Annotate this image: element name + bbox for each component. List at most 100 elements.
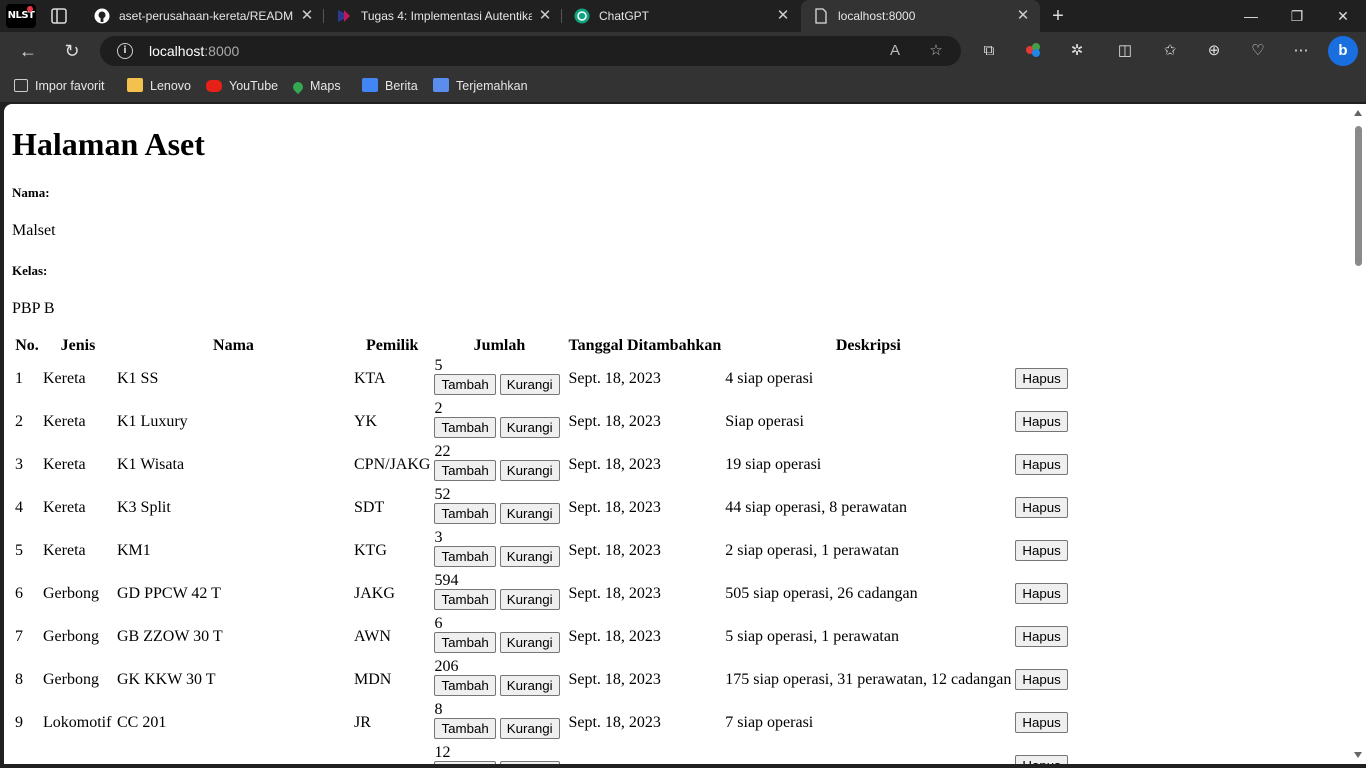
kurangi-button[interactable]: Kurangi (499, 675, 560, 696)
cell-actions: Hapus (1014, 401, 1072, 442)
collections-add-icon[interactable]: ⊕ (1203, 41, 1225, 61)
kurangi-button[interactable]: Kurangi (499, 460, 560, 481)
window-close-icon[interactable]: ✕ (1332, 6, 1354, 26)
close-icon[interactable]: ✕ (1014, 7, 1032, 25)
hapus-button[interactable]: Hapus (1015, 626, 1068, 647)
cell-jumlah: 594 Tambah Kurangi (433, 573, 565, 614)
bookmark-import[interactable]: Impor favorit (14, 78, 104, 94)
tab-github[interactable]: aset-perusahaan-kereta/READM ✕ (82, 0, 324, 32)
bookmark-youtube[interactable]: YouTube (206, 78, 278, 94)
tambah-button[interactable]: Tambah (434, 589, 496, 610)
cell-tanggal: Sept. 18, 2023 (568, 455, 661, 473)
tambah-button[interactable]: Tambah (434, 374, 496, 395)
header-actions (1014, 336, 1072, 356)
scroll-up-icon[interactable] (1354, 110, 1362, 116)
scroll-thumb[interactable] (1355, 126, 1362, 266)
folder-icon (127, 78, 143, 92)
bookmark-lenovo[interactable]: Lenovo (127, 78, 191, 94)
kurangi-button[interactable]: Kurangi (499, 632, 560, 653)
table-row: 9 Lokomotif CC 201 JR 8 Tambah Kurangi Sept. 18… (14, 702, 1072, 743)
kurangi-button[interactable]: Kurangi (499, 374, 560, 395)
minimize-icon[interactable]: — (1240, 6, 1262, 26)
kurangi-button[interactable]: Kurangi (499, 503, 560, 524)
extension-color-icon[interactable] (1022, 41, 1044, 61)
cell-pemilik: JR (354, 713, 371, 731)
quantity-value: 8 (434, 701, 443, 718)
hapus-button[interactable]: Hapus (1015, 497, 1068, 518)
hapus-button[interactable]: Hapus (1015, 583, 1068, 604)
bookmark-label: Terjemahkan (456, 79, 528, 93)
cell-nama: GD PPCW 42 T (117, 584, 221, 602)
cell-pemilik: CPN/JAKG (354, 455, 431, 473)
hapus-button[interactable]: Hapus (1015, 411, 1068, 432)
cell-no: 9 (15, 713, 23, 731)
cell-nama: K3 Split (117, 498, 171, 516)
tambah-button[interactable]: Tambah (434, 675, 496, 696)
extensions-icon[interactable]: ✲ (1066, 41, 1088, 61)
tambah-button[interactable]: Tambah (434, 632, 496, 653)
tab-localhost[interactable]: localhost:8000 ✕ (801, 0, 1040, 32)
tambah-button[interactable]: Tambah (434, 460, 496, 481)
performance-icon[interactable]: ♡ (1247, 41, 1269, 61)
kurangi-button[interactable]: Kurangi (499, 589, 560, 610)
profile-avatar[interactable]: NLST (6, 4, 36, 28)
tab-actions-icon[interactable] (48, 6, 70, 26)
favorites-icon[interactable]: ✩ (1159, 41, 1181, 61)
hapus-button[interactable]: Hapus (1015, 454, 1068, 475)
more-menu-icon[interactable]: ⋯ (1290, 41, 1312, 61)
quantity-value: 5 (434, 357, 443, 374)
refresh-icon[interactable]: ↻ (61, 41, 83, 61)
bookmark-berita[interactable]: Berita (362, 78, 418, 94)
hapus-button[interactable]: Hapus (1015, 368, 1068, 389)
class-value: PBP B (12, 300, 55, 317)
bookmark-label: Impor favorit (35, 79, 105, 93)
tambah-button[interactable]: Tambah (434, 417, 496, 438)
kurangi-button[interactable]: Kurangi (499, 417, 560, 438)
name-label: Nama: (12, 185, 50, 200)
bookmarks-bar: Impor favorit Lenovo YouTube Maps Berita… (0, 70, 1366, 102)
tambah-button[interactable]: Tambah (434, 546, 496, 567)
chatgpt-icon (574, 8, 590, 24)
read-aloud-icon[interactable]: A (885, 41, 905, 61)
cell-no: 8 (15, 670, 23, 688)
close-icon[interactable]: ✕ (298, 7, 316, 25)
close-icon[interactable]: ✕ (774, 7, 792, 25)
hapus-button[interactable]: Hapus (1015, 540, 1068, 561)
bookmark-maps[interactable]: Maps (290, 78, 341, 95)
bookmark-terjemahkan[interactable]: Terjemahkan (433, 78, 528, 94)
cell-actions: Hapus (1014, 444, 1072, 485)
kurangi-button[interactable]: Kurangi (499, 718, 560, 739)
collections-icon[interactable]: ⧉ (978, 41, 1000, 61)
hapus-button[interactable]: Hapus (1015, 669, 1068, 690)
site-info-icon[interactable]: i (117, 43, 133, 59)
address-bar[interactable]: i localhost:8000 A ☆ (100, 36, 961, 66)
hapus-button[interactable]: Hapus (1015, 712, 1068, 733)
new-tab-icon[interactable]: + (1047, 5, 1069, 27)
asset-table: No. Jenis Nama Pemilik Jumlah Tanggal Di… (12, 334, 1074, 764)
table-row: 12TambahKurangi Hapus (14, 745, 1072, 764)
back-icon[interactable]: ← (17, 41, 39, 61)
bing-copilot-icon[interactable]: b (1328, 36, 1358, 66)
url-text[interactable]: localhost:8000 (149, 43, 239, 59)
cell-tanggal: Sept. 18, 2023 (568, 412, 661, 430)
tambah-button[interactable]: Tambah (434, 503, 496, 524)
split-screen-icon[interactable]: ◫ (1114, 41, 1136, 61)
cell-actions: Hapus (1014, 358, 1072, 399)
favorite-star-icon[interactable]: ☆ (926, 41, 946, 61)
table-row: 8 Gerbong GK KKW 30 T MDN 206 Tambah Kurangi Se… (14, 659, 1072, 700)
tab-chatgpt[interactable]: ChatGPT ✕ (562, 0, 800, 32)
hapus-button[interactable]: Hapus (1015, 755, 1068, 764)
page-scrollbar[interactable] (1350, 104, 1366, 764)
close-icon[interactable]: ✕ (536, 7, 554, 25)
tab-course[interactable]: Tugas 4: Implementasi Autentika ✕ (324, 0, 562, 32)
scroll-down-icon[interactable] (1354, 752, 1362, 758)
tambah-button[interactable]: Tambah (434, 718, 496, 739)
browser-title-bar: NLST aset-perusahaan-kereta/READM ✕ Tuga… (0, 0, 1366, 32)
table-row: 7 Gerbong GB ZZOW 30 T AWN 6 Tambah Kurangi Sep… (14, 616, 1072, 657)
tab-title: ChatGPT (599, 9, 650, 23)
cell-no: 4 (15, 498, 23, 516)
cell-jenis: Gerbong (43, 584, 99, 602)
kurangi-button[interactable]: Kurangi (499, 546, 560, 567)
restore-icon[interactable]: ❐ (1286, 6, 1308, 26)
cell-nama: CC 201 (117, 713, 167, 731)
